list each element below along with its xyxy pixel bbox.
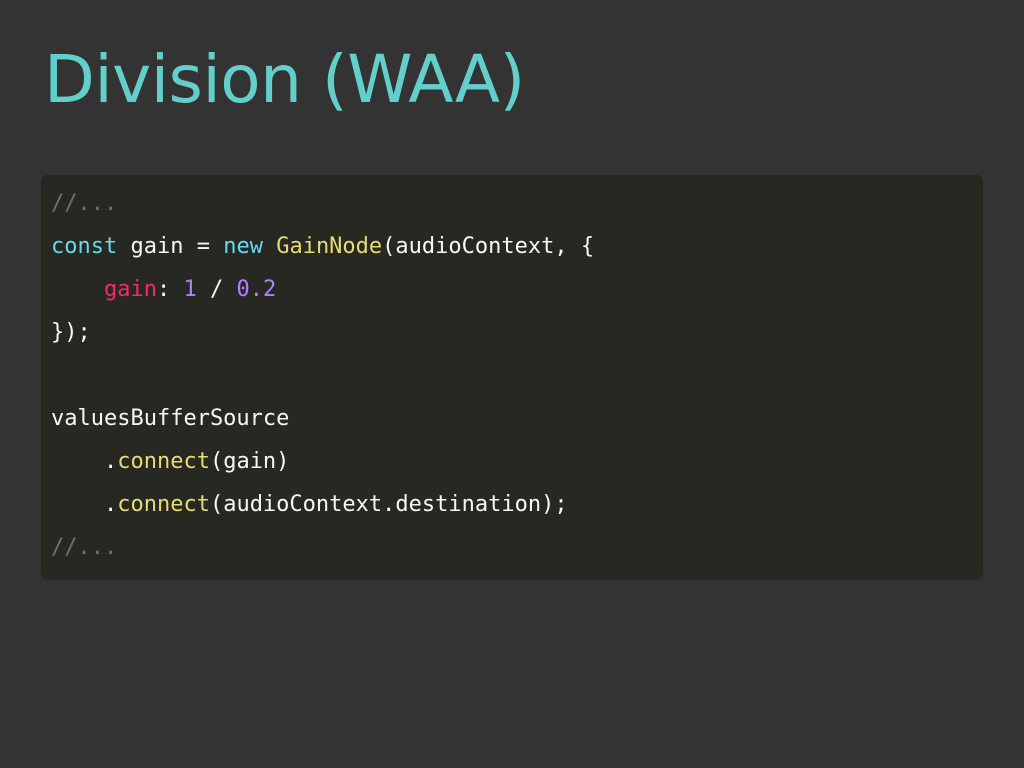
code-text: valuesBufferSource xyxy=(51,406,290,431)
code-line-8: .connect(audioContext.destination); xyxy=(51,487,983,530)
code-variable: gain = xyxy=(117,234,224,259)
code-keyword-new: new xyxy=(223,234,263,259)
code-indent: . xyxy=(51,492,118,517)
code-class-name: GainNode xyxy=(276,234,383,259)
code-arguments: (audioContext.destination); xyxy=(209,492,568,517)
code-text: }); xyxy=(51,320,91,345)
code-arguments: (gain) xyxy=(209,449,290,474)
code-indent: . xyxy=(51,449,118,474)
slide-title: Division (WAA) xyxy=(44,41,525,118)
code-number: 1 xyxy=(183,277,197,302)
code-line-1: //... xyxy=(51,186,983,229)
code-method: connect xyxy=(117,492,210,517)
code-arguments: (audioContext, { xyxy=(382,234,595,259)
code-colon: : xyxy=(156,277,184,302)
code-line-4: }); xyxy=(51,315,983,358)
code-property: gain xyxy=(103,277,157,302)
code-block: //... const gain = new GainNode(audioCon… xyxy=(41,175,983,580)
code-line-6: valuesBufferSource xyxy=(51,401,983,444)
code-line-2: const gain = new GainNode(audioContext, … xyxy=(51,229,983,272)
code-comment: //... xyxy=(51,191,118,216)
code-operator: / xyxy=(196,277,237,302)
code-line-3: gain: 1 / 0.2 xyxy=(51,272,983,315)
code-line-7: .connect(gain) xyxy=(51,444,983,487)
code-comment: //... xyxy=(51,535,118,560)
code-number: 0.2 xyxy=(236,277,277,302)
code-line-9: //... xyxy=(51,530,983,573)
code-method: connect xyxy=(117,449,210,474)
code-keyword-const: const xyxy=(51,234,118,259)
